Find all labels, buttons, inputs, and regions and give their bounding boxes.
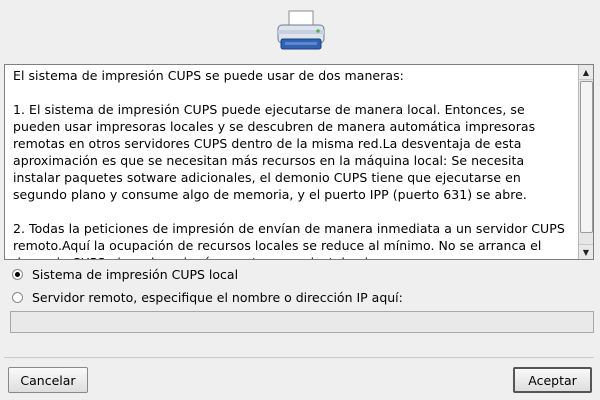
divider bbox=[4, 357, 594, 358]
printer-icon bbox=[275, 8, 327, 56]
vertical-scrollbar[interactable]: ▲ ▼ bbox=[578, 65, 593, 259]
ok-button[interactable]: Aceptar bbox=[513, 367, 592, 393]
arrow-up-icon: ▲ bbox=[582, 67, 590, 77]
radio-option-local-cups[interactable]: Sistema de impresión CUPS local bbox=[12, 265, 238, 283]
radio-option-remote-server[interactable]: Servidor remoto, especifique el nombre o… bbox=[12, 288, 403, 306]
radio-label-local: Sistema de impresión CUPS local bbox=[32, 266, 239, 282]
radio-button-remote[interactable] bbox=[12, 291, 23, 303]
scroll-down-button[interactable]: ▼ bbox=[579, 244, 593, 259]
scrollbar-thumb[interactable] bbox=[580, 81, 593, 233]
radio-button-local[interactable] bbox=[12, 268, 23, 280]
scroll-up-button[interactable]: ▲ bbox=[579, 65, 593, 80]
info-text: El sistema de impresión CUPS se puede us… bbox=[13, 68, 565, 259]
info-text-panel: El sistema de impresión CUPS se puede us… bbox=[4, 64, 594, 260]
radio-label-remote: Servidor remoto, especifique el nombre o… bbox=[32, 289, 403, 305]
cancel-button[interactable]: Cancelar bbox=[8, 367, 88, 393]
arrow-down-icon: ▼ bbox=[582, 247, 590, 257]
server-address-input[interactable] bbox=[10, 311, 594, 333]
